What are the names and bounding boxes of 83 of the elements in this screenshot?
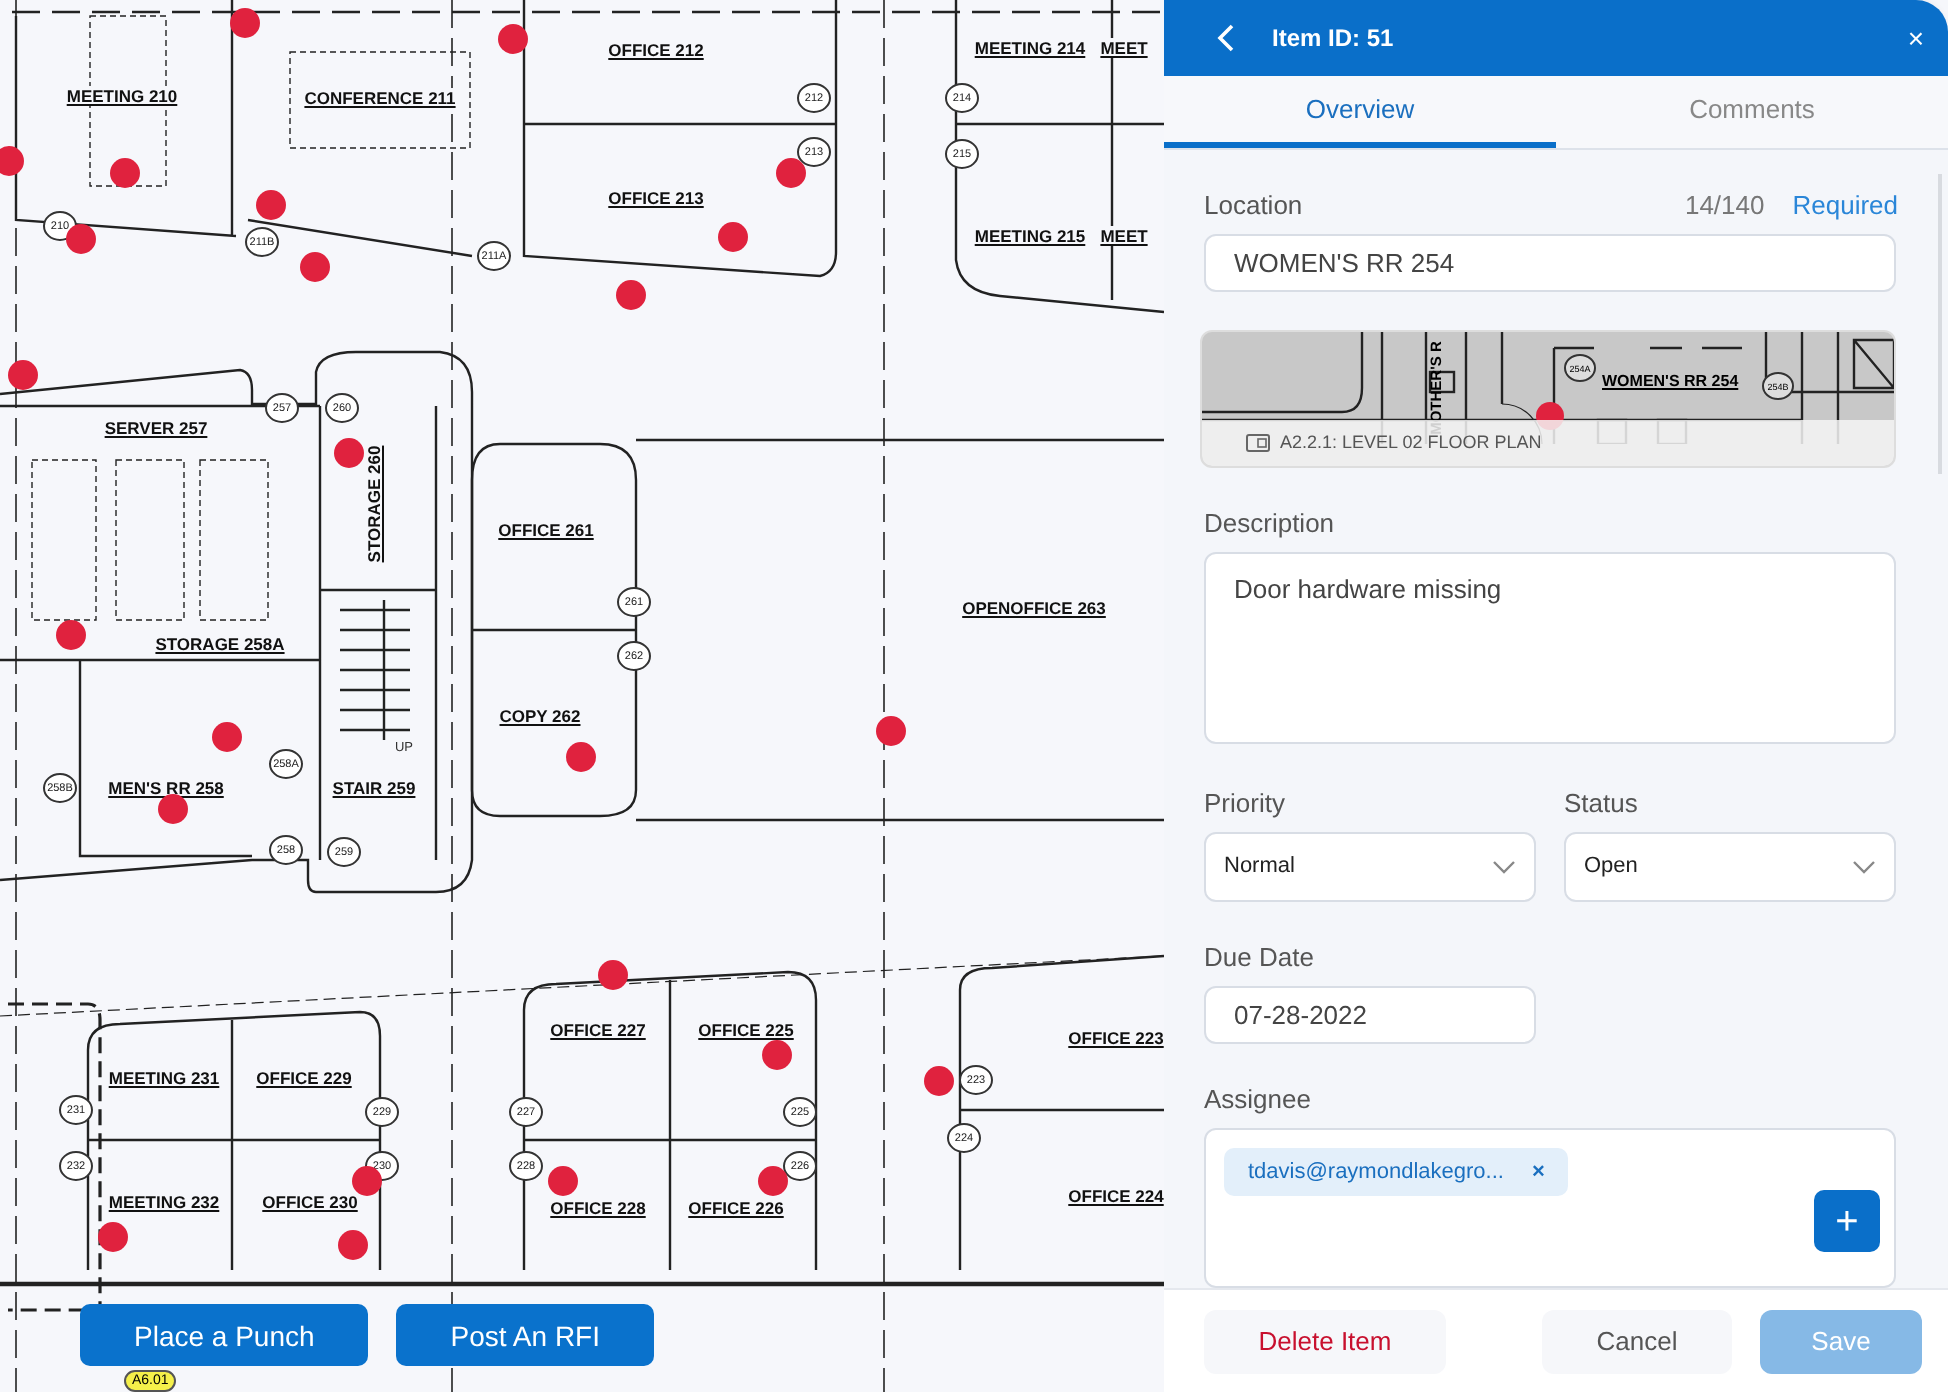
room-label: MEET (1098, 38, 1150, 58)
footer-button[interactable]: Delete Item (1204, 1309, 1446, 1373)
tab[interactable]: Overview (1164, 76, 1556, 148)
required-note: Required (1792, 190, 1898, 220)
room-label: OFFICE 213 (606, 188, 706, 208)
punch-marker[interactable] (66, 224, 96, 254)
room-label: MEETING 214 (972, 38, 1088, 58)
room-label: CONFERENCE 211 (302, 88, 458, 108)
room-label: OFFICE 227 (548, 1020, 648, 1040)
priority-dropdown[interactable]: Normal (1204, 831, 1536, 902)
punch-marker[interactable] (56, 620, 86, 650)
punch-marker[interactable] (876, 716, 906, 746)
punch-marker[interactable] (566, 742, 596, 772)
room-label: OFFICE 261 (496, 520, 596, 540)
room-label: WOMEN'S RR 254 (1602, 372, 1739, 391)
room-label: OFFICE 230 (260, 1192, 360, 1212)
field-label: Status (1564, 787, 1640, 818)
add-button[interactable]: + (1814, 1190, 1880, 1253)
field-label: Due Date (1204, 941, 1316, 972)
room-label: OFFICE 229 (254, 1068, 354, 1088)
field-label: Location (1204, 190, 1305, 220)
field-label: Description (1204, 507, 1337, 538)
punch-marker[interactable] (616, 280, 646, 310)
punch-marker[interactable] (758, 1166, 788, 1196)
room-label: STORAGE 258A (153, 634, 287, 654)
room-label: OFFICE 223 (1066, 1028, 1164, 1048)
close-button[interactable]: × (1903, 22, 1928, 54)
room-label: SERVER 257 (102, 418, 210, 438)
punch-marker[interactable] (110, 158, 140, 188)
room-label: MEETING 215 (972, 226, 1088, 246)
room-label: OPENOFFICE 263 (960, 598, 1108, 618)
room-label: MEETING 210 (64, 86, 180, 106)
due-date-field[interactable]: 07-28-2022 (1204, 985, 1536, 1045)
punch-marker[interactable] (98, 1222, 128, 1252)
room-label: MEETING 231 (106, 1068, 222, 1088)
room-label: OFFICE 224 (1066, 1186, 1164, 1206)
sheet-icon (1246, 433, 1270, 452)
panel-title: Item ID: 51 (1272, 24, 1396, 52)
chevron-down-icon (1852, 859, 1876, 874)
room-label: MEETING 232 (106, 1192, 222, 1212)
punch-marker[interactable] (158, 794, 188, 824)
punch-marker[interactable] (548, 1166, 578, 1196)
back-icon[interactable] (1216, 24, 1236, 52)
room-label: STORAGE 260 (364, 443, 384, 565)
character-counter: 14/140 (1684, 190, 1765, 220)
room-label: OFFICE 212 (606, 40, 706, 60)
punch-marker[interactable] (256, 190, 286, 220)
remove-button[interactable]: × (1531, 1160, 1545, 1185)
punch-marker[interactable] (352, 1166, 382, 1196)
description-field[interactable]: Door hardware missing (1204, 551, 1896, 744)
tab[interactable]: Comments (1556, 76, 1948, 148)
room-label: OFFICE 226 (686, 1198, 786, 1218)
room-label: MEN'S RR 258 (106, 778, 226, 798)
punch-marker[interactable] (718, 222, 748, 252)
field-label: Priority (1204, 787, 1287, 818)
punch-marker[interactable] (300, 252, 330, 282)
sheet-name: A2.2.1: LEVEL 02 FLOOR PLAN (1280, 432, 1542, 453)
footer-button[interactable]: Cancel (1542, 1309, 1732, 1373)
punch-marker[interactable] (212, 722, 242, 752)
action-button[interactable]: Place a Punch (80, 1304, 369, 1366)
punch-marker[interactable] (598, 960, 628, 990)
room-label: STAIR 259 (330, 778, 418, 798)
location-field[interactable]: WOMEN'S RR 254 (1204, 234, 1896, 293)
punch-marker[interactable] (0, 146, 24, 176)
chevron-down-icon (1492, 859, 1516, 874)
punch-marker[interactable] (334, 438, 364, 468)
punch-marker[interactable] (924, 1066, 954, 1096)
room-label: OFFICE 225 (696, 1020, 796, 1040)
room-label: MEET (1098, 226, 1150, 246)
room-label: COPY 262 (497, 706, 583, 726)
room-label: OFFICE 228 (548, 1198, 648, 1218)
field-label: Assignee (1204, 1084, 1313, 1115)
assignee-email: tdavis@raymondlakegro... (1248, 1160, 1504, 1185)
action-button[interactable]: Post An RFI (396, 1304, 654, 1366)
punch-marker[interactable] (776, 158, 806, 188)
punch-marker[interactable] (338, 1230, 368, 1260)
punch-marker[interactable] (762, 1040, 792, 1070)
assignee-field[interactable]: tdavis@raymondlakegro... × + (1204, 1128, 1896, 1288)
punch-marker[interactable] (230, 8, 260, 38)
punch-marker[interactable] (498, 24, 528, 54)
assignee-chip[interactable]: tdavis@raymondlakegro... × (1224, 1148, 1569, 1197)
punch-marker[interactable] (8, 360, 38, 390)
status-dropdown[interactable]: Open (1564, 831, 1896, 902)
